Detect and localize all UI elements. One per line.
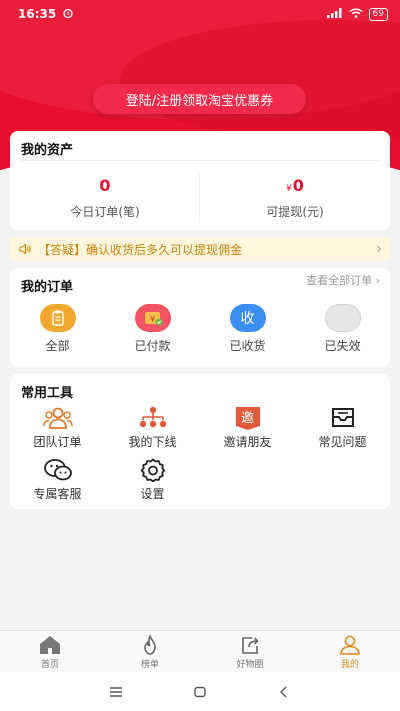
alarm-icon [62, 7, 74, 22]
invite-glyph: 邀 [241, 411, 254, 426]
orders-card: 我的订单 查看全部订单 › 全部 ¥ 已付款 收 已收货 已失效 [10, 268, 390, 367]
tools-row: 专属客服 设置 [10, 458, 390, 510]
battery-indicator: 69 [368, 7, 388, 21]
share-icon [242, 637, 259, 654]
divider [18, 160, 382, 161]
assets-card: 我的资产 0 今日订单(笔) ¥0 可提现(元) [10, 131, 390, 230]
tools-grid: 团队订单 我的下线 邀 邀请朋友 常见问题 专属客服 设置 [10, 406, 390, 510]
user-icon [340, 635, 360, 655]
tool-team-orders[interactable]: 团队订单 [10, 406, 105, 458]
status-time: 16:35 [18, 7, 57, 21]
tab-label: 首页 [40, 660, 59, 670]
faq-box-icon [331, 408, 354, 427]
flame-icon [144, 635, 156, 655]
today-orders-value: 0 [99, 176, 111, 195]
tool-faq[interactable]: 常见问题 [295, 406, 390, 458]
tool-label: 邀请朋友 [223, 435, 272, 449]
order-status-label: 全部 [45, 339, 70, 353]
order-status-expired[interactable]: 已失效 [295, 304, 390, 354]
chevron-right-icon: › [375, 274, 380, 287]
assets-title: 我的资产 [21, 142, 74, 158]
paid-glyph: ¥ [150, 315, 155, 324]
received-icon: 收 [229, 304, 266, 332]
tab-home[interactable]: 首页 [0, 631, 100, 672]
clipboard-icon [39, 304, 76, 332]
order-status-label: 已失效 [324, 339, 361, 353]
currency-symbol: ¥ [286, 184, 292, 194]
faq-notice-bar[interactable]: 【答疑】确认收货后多久可以提现佣金 › [10, 237, 390, 261]
tool-settings[interactable]: 设置 [105, 458, 200, 510]
tab-label: 我的 [340, 660, 359, 670]
tab-label: 榜单 [140, 660, 159, 670]
tool-label: 常见问题 [318, 435, 367, 449]
tab-mine[interactable]: 我的 [300, 631, 400, 672]
tools-row: 团队订单 我的下线 邀 邀请朋友 常见问题 [10, 406, 390, 458]
menu-icon[interactable] [109, 686, 123, 698]
home-icon [40, 636, 60, 654]
order-status-all[interactable]: 全部 [10, 304, 105, 354]
bottom-tab-bar: 首页 榜单 好物圈 我的 [0, 630, 400, 672]
wifi-icon [349, 8, 363, 21]
view-all-orders-link[interactable]: 查看全部订单 › [306, 272, 380, 288]
tab-ranking[interactable]: 榜单 [100, 631, 200, 672]
view-all-orders-label: 查看全部订单 [306, 274, 373, 287]
withdrawable-value-group: ¥0 [200, 171, 390, 201]
tab-label: 好物圈 [236, 660, 264, 670]
withdrawable-value: 0 [292, 176, 304, 195]
status-right-group: 69 [326, 7, 388, 21]
tools-card: 常用工具 团队订单 我的下线 邀 邀请朋友 常见问题 专属客服 设置 [10, 374, 390, 509]
chevron-right-icon: › [376, 241, 382, 257]
org-chart-icon [139, 406, 166, 428]
home-nav-icon[interactable] [193, 686, 207, 698]
team-icon [42, 407, 73, 429]
signal-icon [326, 7, 343, 21]
tool-my-downline[interactable]: 我的下线 [105, 406, 200, 458]
withdrawable-stat[interactable]: ¥0 可提现(元) [200, 171, 390, 220]
tools-title: 常用工具 [21, 385, 74, 401]
tab-good-stuff[interactable]: 好物圈 [200, 631, 300, 672]
gear-icon [140, 458, 165, 482]
order-status-label: 已收货 [229, 339, 266, 353]
system-navigation-bar [0, 672, 400, 711]
order-status-label: 已付款 [134, 339, 171, 353]
expired-icon [324, 304, 361, 332]
tool-label: 团队订单 [33, 435, 82, 449]
tool-customer-service[interactable]: 专属客服 [10, 458, 105, 510]
back-icon[interactable] [277, 686, 291, 698]
status-bar: 16:35 69 [0, 0, 400, 28]
today-orders-label: 今日订单(笔) [70, 205, 140, 219]
wechat-service-icon [43, 459, 72, 481]
order-status-paid[interactable]: ¥ 已付款 [105, 304, 200, 354]
tool-label: 专属客服 [33, 487, 82, 501]
notice-text: 【答疑】确认收货后多久可以提现佣金 [38, 242, 243, 257]
invite-icon: 邀 [235, 407, 260, 430]
speaker-icon [18, 242, 32, 256]
tool-label: 设置 [140, 487, 165, 501]
tool-label: 我的下线 [128, 435, 177, 449]
order-status-received[interactable]: 收 已收货 [200, 304, 295, 354]
paid-wallet-icon: ¥ [134, 304, 171, 332]
order-status-list: 全部 ¥ 已付款 收 已收货 已失效 [10, 304, 390, 354]
tool-invite-friends[interactable]: 邀 邀请朋友 [200, 406, 295, 458]
login-coupon-button[interactable]: 登陆/注册领取淘宝优惠券 [93, 84, 306, 114]
today-orders-stat[interactable]: 0 今日订单(笔) [10, 171, 200, 220]
withdrawable-label: 可提现(元) [266, 205, 324, 219]
